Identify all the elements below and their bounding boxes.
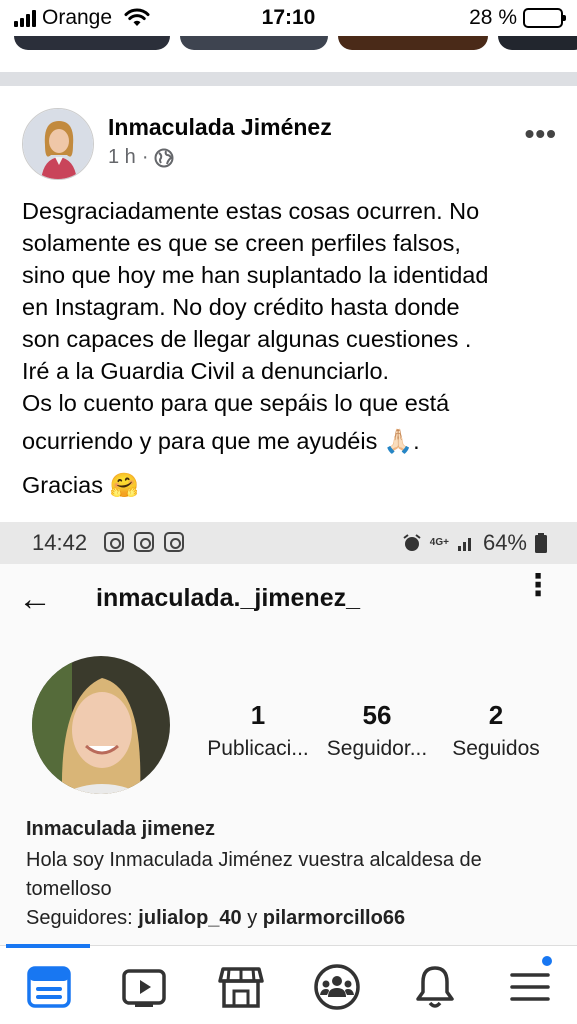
- nav-groups[interactable]: [312, 962, 362, 1012]
- ig-followed-by: Seguidores: julialop_40 y pilarmorcillo6…: [26, 907, 405, 930]
- nav-feed[interactable]: [24, 962, 74, 1012]
- followed-connector: y: [241, 907, 263, 929]
- story-card[interactable]: [180, 36, 328, 50]
- meta-separator: ·: [141, 146, 149, 168]
- marketplace-icon: [218, 967, 264, 1008]
- post-line: en Instagram. No doy crédito hasta donde: [22, 294, 460, 320]
- signal-icon: [457, 538, 471, 551]
- instagram-notification-icons: [104, 532, 184, 552]
- nav-menu[interactable]: [505, 954, 555, 1012]
- ig-display-name: Inmaculada jimenez: [26, 818, 215, 840]
- story-card[interactable]: [338, 36, 488, 50]
- embedded-battery-percent: 64%: [482, 530, 527, 555]
- ig-stat-followers[interactable]: 56 Seguidor...: [320, 700, 434, 761]
- story-card[interactable]: [498, 36, 577, 50]
- post-line: son capaces de llegar algunas cuestiones…: [22, 326, 472, 352]
- ig-bio: Hola soy Inmaculada Jiménez vuestra alca…: [26, 846, 556, 904]
- post-line: Iré a la Guardia Civil a denunciarlo.: [22, 358, 390, 384]
- post-line: Desgraciadamente estas cosas ocurren. No: [22, 198, 480, 224]
- groups-icon: [314, 964, 360, 1010]
- bottom-nav: [0, 944, 577, 1024]
- ig-stat-following[interactable]: 2 Seguidos: [440, 700, 552, 761]
- active-tab-indicator: [6, 944, 90, 948]
- post-line: ocurriendo y para que me ayudéis 🙏🏻.: [22, 428, 420, 454]
- post-meta: 1 h ·: [108, 146, 174, 169]
- post-body: Desgraciadamente estas cosas ocurren. No…: [22, 195, 562, 501]
- notification-dot: [540, 954, 554, 968]
- post-time[interactable]: 1 h: [108, 146, 136, 169]
- instagram-icon: [164, 532, 184, 552]
- embedded-clock: 14:42: [32, 530, 88, 555]
- author-avatar[interactable]: [22, 108, 94, 180]
- embedded-status-right: 4G+ 64%: [402, 530, 547, 556]
- stat-value: 56: [362, 700, 392, 730]
- menu-icon: [510, 973, 550, 1001]
- stories-strip[interactable]: [0, 36, 577, 52]
- post-line: Os lo cuento para que sepáis lo que está: [22, 390, 450, 416]
- feed-divider: [0, 72, 577, 86]
- globe-icon: [154, 148, 174, 167]
- stat-value: 2: [488, 700, 504, 730]
- battery-group: 28 %: [469, 6, 566, 30]
- post-image[interactable]: 14:42 4G+ 64% ← inmaculada._jimenez_ ⋮ 1…: [0, 522, 577, 947]
- post-line: sino que hoy me han suplantado la identi…: [22, 262, 489, 288]
- battery-icon: [523, 8, 566, 28]
- more-options-icon[interactable]: •••: [525, 118, 557, 150]
- follower-user-1[interactable]: julialop_40: [138, 907, 241, 929]
- ig-stat-posts[interactable]: 1 Publicaci...: [200, 700, 316, 761]
- status-bar: Orange 17:10 28 %: [0, 0, 577, 38]
- embedded-status-bar: 14:42 4G+ 64%: [0, 522, 577, 564]
- story-card[interactable]: [14, 36, 170, 50]
- nav-video[interactable]: [119, 962, 169, 1012]
- battery-icon: [535, 533, 547, 553]
- follower-user-2[interactable]: pilarmorcillo66: [263, 907, 405, 929]
- instagram-icon: [104, 532, 124, 552]
- post-line: solamente es que se creen perfiles falso…: [22, 230, 461, 256]
- bio-line: tomelloso: [26, 878, 112, 900]
- vertical-more-icon[interactable]: ⋮: [523, 571, 553, 601]
- battery-percent: 28 %: [469, 6, 517, 29]
- instagram-icon: [134, 532, 154, 552]
- stat-value: 1: [250, 700, 266, 730]
- bio-line: Hola soy Inmaculada Jiménez vuestra alca…: [26, 849, 482, 871]
- nav-marketplace[interactable]: [216, 962, 266, 1012]
- post-line: Gracias 🤗: [22, 472, 139, 498]
- back-arrow-icon[interactable]: ←: [18, 580, 52, 619]
- network-type: 4G+: [429, 537, 449, 548]
- nav-notifications[interactable]: [410, 962, 460, 1012]
- alarm-icon: [403, 534, 421, 551]
- stat-label: Seguidor...: [326, 737, 428, 760]
- stat-label: Seguidos: [452, 737, 540, 760]
- post-author-name[interactable]: Inmaculada Jiménez: [108, 114, 332, 141]
- notifications-icon: [416, 966, 454, 1008]
- stat-label: Publicaci...: [207, 737, 309, 760]
- followed-prefix: Seguidores:: [26, 907, 139, 929]
- ig-username: inmaculada._jimenez_: [96, 584, 361, 612]
- feed-icon: [27, 966, 71, 1008]
- ig-profile-avatar[interactable]: [32, 656, 170, 794]
- video-icon: [122, 969, 166, 1007]
